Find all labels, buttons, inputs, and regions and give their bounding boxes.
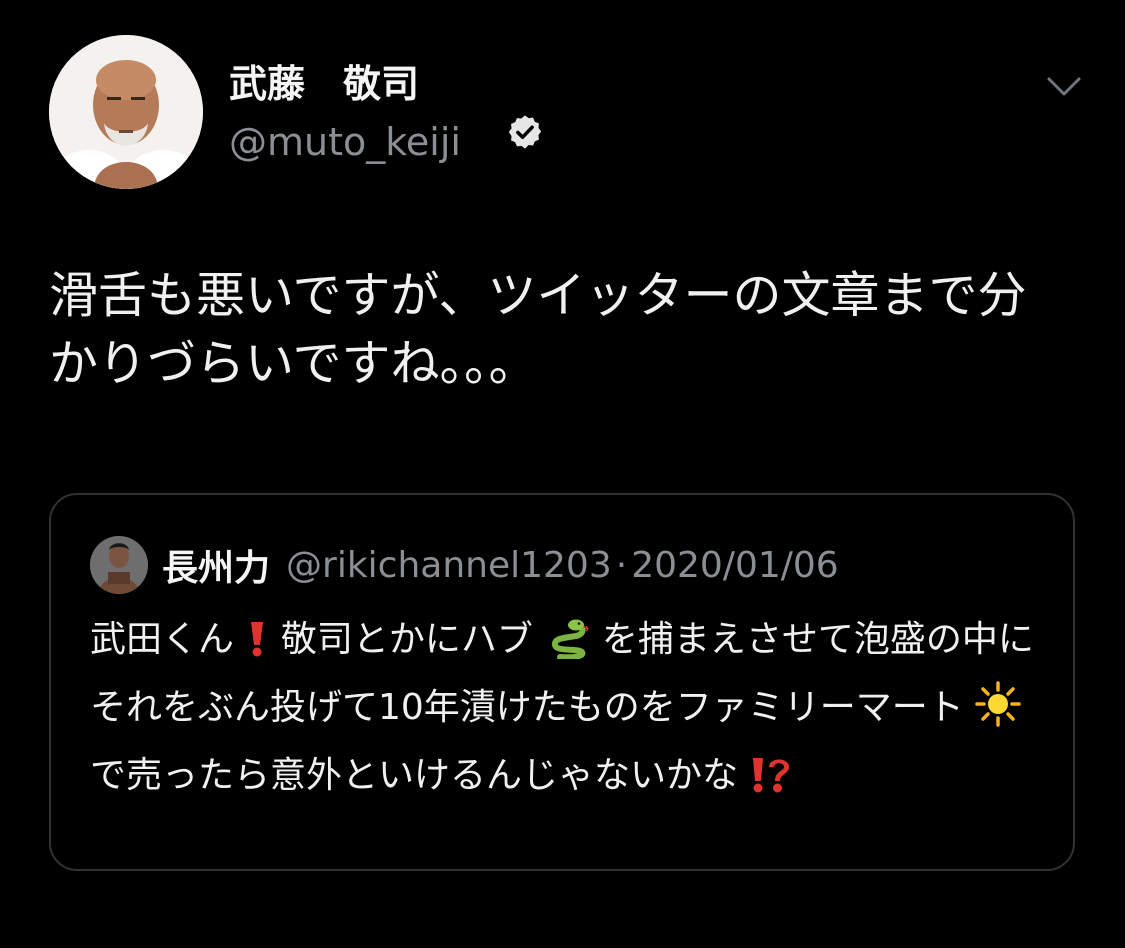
tweet: 武藤 敬司 @muto_keiji 滑舌も悪いですが、ツイッターの文章まで分かり… xyxy=(0,0,1125,948)
quote-text-part: 敬司とかにハブ xyxy=(280,619,533,660)
author-name[interactable]: 武藤 敬司 xyxy=(229,60,542,149)
quote-text-part: で売ったら意外といけるんじゃないかな xyxy=(90,755,739,796)
red-interrobang-icon xyxy=(749,754,793,814)
author-name-text: 武藤 敬司 xyxy=(229,62,420,106)
quoted-tweet-card[interactable]: 長州力 @rikichannel1203 · 2020/01/06 武田くん 敬… xyxy=(49,493,1075,871)
snake-icon xyxy=(544,617,590,678)
quote-text-part: 武田くん xyxy=(90,619,235,660)
red-exclamation-icon xyxy=(245,618,269,678)
sun-icon xyxy=(975,681,1022,746)
quoted-author-handle: @rikichannel1203 xyxy=(286,544,612,586)
chevron-down-icon[interactable] xyxy=(1044,72,1084,102)
quoted-tweet-text: 武田くん 敬司とかにハブ を捕まえさせて泡盛の中にそれをぶん投げて10年漬けたも… xyxy=(90,610,1050,814)
header-separator: · xyxy=(615,544,628,586)
verified-badge-icon xyxy=(427,65,542,149)
quoted-tweet-date: 2020/01/06 xyxy=(631,544,839,586)
quoted-author-name: 長州力 xyxy=(162,548,271,589)
tweet-text: 滑舌も悪いですが、ツイッターの文章まで分かりづらいですね。。。 xyxy=(49,267,1027,392)
quoted-tweet-header: 長州力 @rikichannel1203 · 2020/01/06 xyxy=(90,535,839,595)
quoted-author-avatar xyxy=(90,536,148,594)
author-avatar[interactable] xyxy=(49,35,203,189)
author-handle[interactable]: @muto_keiji xyxy=(229,118,461,166)
